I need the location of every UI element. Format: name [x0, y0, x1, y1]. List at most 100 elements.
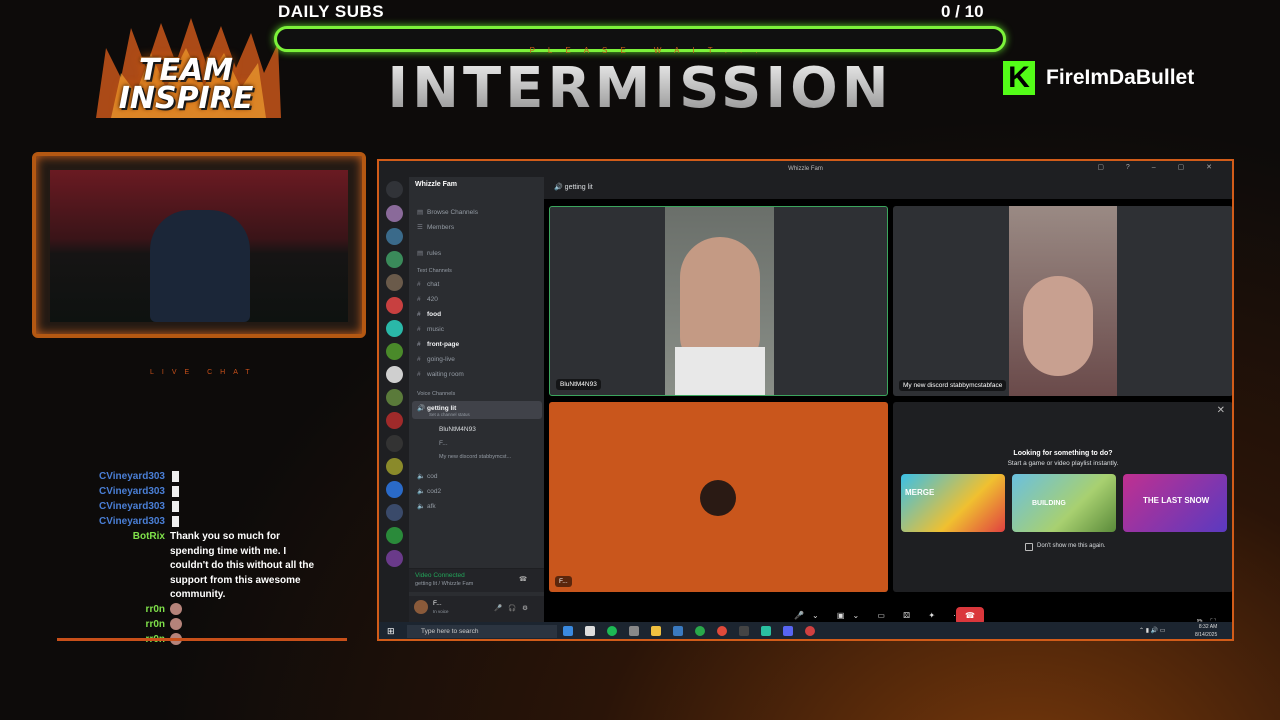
- chat-username[interactable]: CVineyard303: [60, 500, 170, 515]
- server-icon[interactable]: [386, 297, 403, 314]
- chat-username[interactable]: CVineyard303: [60, 470, 170, 485]
- server-icon[interactable]: [386, 343, 403, 360]
- window-controls[interactable]: ▢ ? – ▢ ✕: [1097, 163, 1222, 171]
- chat-feed: CVineyard303 CVineyard303 CVineyard303 CVin…: [60, 470, 350, 648]
- daily-subs-label: DAILY SUBS: [278, 2, 385, 21]
- channel-rules[interactable]: ▤ rules: [417, 249, 441, 257]
- voice-channel-active[interactable]: 🔊 getting lit: [417, 404, 456, 412]
- members-link[interactable]: ☰ Members: [417, 223, 454, 231]
- game-card[interactable]: THE LAST SNOW: [1123, 474, 1227, 532]
- channel-item[interactable]: # food: [417, 311, 441, 318]
- game-title: MERGE: [905, 488, 935, 497]
- taskbar-search[interactable]: Type here to search: [407, 625, 557, 638]
- disconnect-icon[interactable]: ☎: [519, 575, 527, 583]
- clock-date: 8/14/2025: [1195, 632, 1218, 638]
- game-card[interactable]: MERGE: [901, 474, 1005, 532]
- server-icon[interactable]: [386, 205, 403, 222]
- video-tile[interactable]: F...: [549, 402, 888, 592]
- voice-channel[interactable]: 🔈 cod: [417, 472, 437, 480]
- voice-channel[interactable]: 🔈 cod2: [417, 487, 441, 495]
- tray-icons[interactable]: ⌃ ▮ 🔊 ▭: [1139, 627, 1165, 634]
- game-card[interactable]: BUILDING: [1012, 474, 1116, 532]
- mic-headset-settings-icons[interactable]: 🎤🎧⚙: [494, 604, 534, 612]
- members-label: Members: [427, 224, 455, 231]
- kick-icon: K: [1003, 61, 1035, 95]
- server-icon[interactable]: [386, 435, 403, 452]
- server-icon[interactable]: [386, 504, 403, 521]
- windows-start-icon[interactable]: ⊞: [387, 626, 395, 637]
- xbox-icon[interactable]: [695, 626, 705, 636]
- voice-channel[interactable]: 🔈 afk: [417, 502, 436, 510]
- voice-user[interactable]: F...: [439, 440, 448, 447]
- game-title: THE LAST SNOW: [1143, 496, 1210, 505]
- avatar[interactable]: [414, 600, 428, 614]
- call-channel-name: getting lit: [564, 184, 593, 191]
- chat-text: [170, 485, 320, 500]
- chrome-icon[interactable]: [717, 626, 727, 636]
- spotify-icon[interactable]: [607, 626, 617, 636]
- server-icon[interactable]: [386, 458, 403, 475]
- chat-username[interactable]: rr0n: [60, 603, 170, 618]
- app-icon[interactable]: [673, 626, 683, 636]
- chat-emote-icon: [172, 500, 179, 512]
- server-icon[interactable]: [386, 481, 403, 498]
- server-rail: [379, 177, 409, 622]
- chat-text: [170, 515, 320, 530]
- chat-message: CVineyard303: [60, 485, 350, 500]
- voice-channels-header[interactable]: Voice Channels: [417, 391, 455, 397]
- dont-show-label: Don't show me this again.: [1037, 543, 1106, 549]
- voice-user[interactable]: My new discord stabbymcst...: [439, 454, 511, 460]
- video-tile[interactable]: BluNtM4N93: [549, 206, 888, 396]
- close-icon[interactable]: ✕: [1217, 405, 1225, 416]
- server-icon[interactable]: [386, 228, 403, 245]
- app-icon[interactable]: [739, 626, 749, 636]
- game-title: BUILDING: [1032, 500, 1066, 507]
- app-icon[interactable]: [629, 626, 639, 636]
- server-icon[interactable]: [386, 251, 403, 268]
- channel-item[interactable]: # music: [417, 326, 444, 333]
- browse-channels[interactable]: ▤ Browse Channels: [417, 208, 478, 216]
- channel-label: going-live: [427, 356, 455, 363]
- server-icon[interactable]: [386, 366, 403, 383]
- server-icon[interactable]: [386, 412, 403, 429]
- channel-item[interactable]: # waiting room: [417, 371, 464, 378]
- user-status: In voice: [433, 609, 449, 614]
- app-icon[interactable]: [563, 626, 573, 636]
- chat-text: [170, 618, 320, 633]
- channel-item[interactable]: # going-live: [417, 356, 455, 363]
- chat-username[interactable]: BotRix: [60, 530, 170, 545]
- chat-username[interactable]: CVineyard303: [60, 485, 170, 500]
- chat-username[interactable]: CVineyard303: [60, 515, 170, 530]
- app-icon[interactable]: [805, 626, 815, 636]
- voice-channel-label: getting lit: [427, 405, 457, 412]
- text-channels-header[interactable]: Text Channels: [417, 268, 452, 274]
- server-icon[interactable]: [386, 550, 403, 567]
- chat-username[interactable]: rr0n: [60, 618, 170, 633]
- discord-home-icon[interactable]: [386, 181, 403, 198]
- server-icon[interactable]: [386, 274, 403, 291]
- channel-item[interactable]: # front-page: [417, 341, 459, 348]
- channel-item[interactable]: # chat: [417, 281, 439, 288]
- mic-camera-share-icons[interactable]: 🎤⌄ ▣⌄ ▭ ⚄ ✦ ⋯: [794, 611, 969, 620]
- server-icon[interactable]: [386, 389, 403, 406]
- app-icon[interactable]: [585, 626, 595, 636]
- file-explorer-icon[interactable]: [651, 626, 661, 636]
- participant-face: [1023, 276, 1093, 376]
- server-name[interactable]: Whizzle Fam: [415, 181, 457, 188]
- voice-user[interactable]: BluNtM4N93: [439, 426, 476, 433]
- channel-label: 420: [427, 296, 438, 303]
- server-icon[interactable]: [386, 320, 403, 337]
- server-icon[interactable]: [386, 527, 403, 544]
- app-icon[interactable]: [761, 626, 771, 636]
- channel-item[interactable]: #420: [417, 296, 438, 303]
- taskbar-clock[interactable]: 8:32 AM 8/14/2025: [1195, 623, 1217, 639]
- dont-show-checkbox[interactable]: [1025, 543, 1033, 551]
- please-wait-text: PLEASE WAIT...: [529, 46, 771, 55]
- video-tile[interactable]: My new discord stabbymcstabface: [893, 206, 1232, 396]
- voice-status[interactable]: Set a channel status: [429, 412, 470, 417]
- discord-taskbar-icon[interactable]: [783, 626, 793, 636]
- activity-subtitle: Start a game or video playlist instantly…: [1007, 460, 1119, 467]
- voice-location[interactable]: getting lit / Whizzle Fam: [415, 581, 473, 587]
- voice-channel-label: cod2: [427, 488, 442, 495]
- voice-channel-label: afk: [427, 503, 436, 510]
